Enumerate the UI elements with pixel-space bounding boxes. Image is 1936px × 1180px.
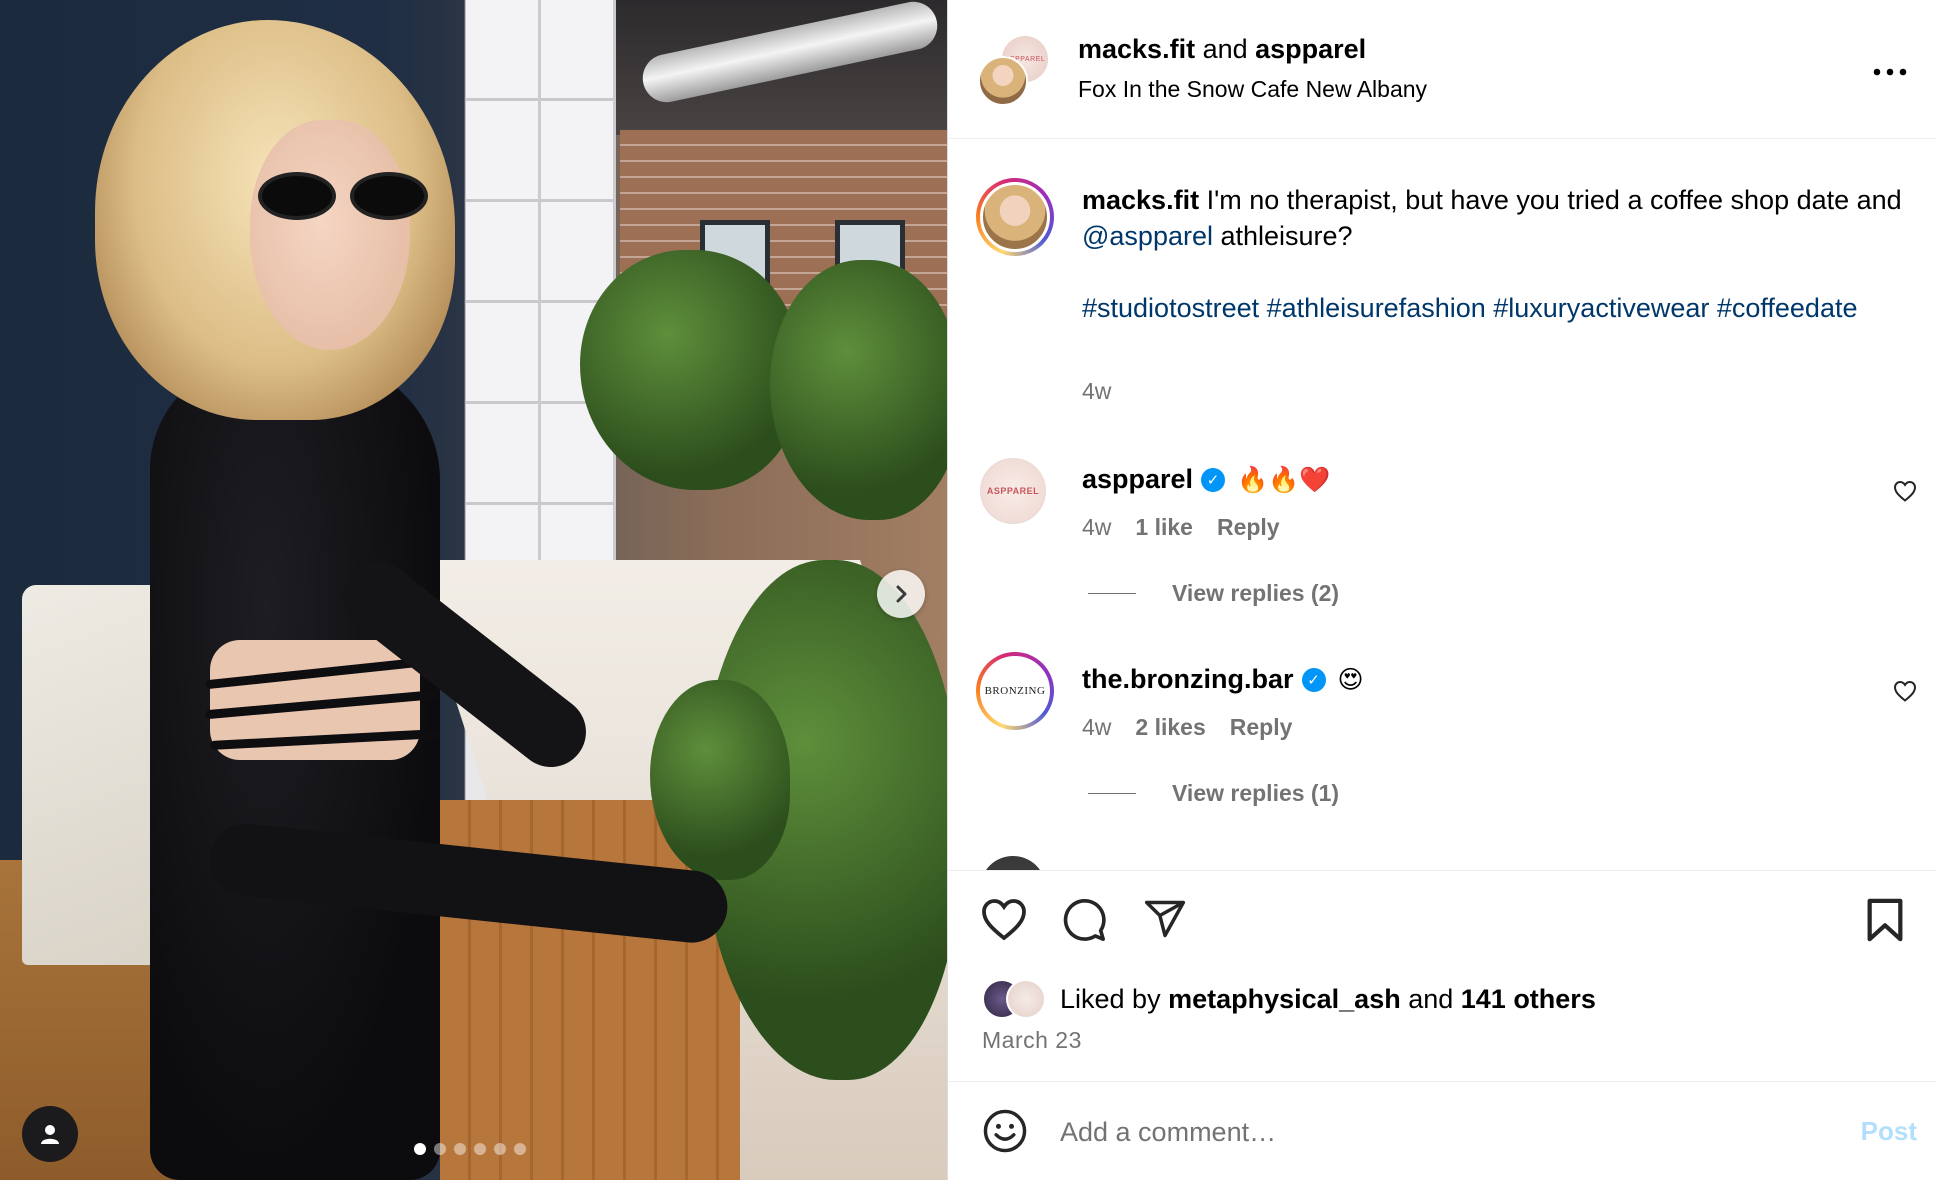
verified-icon: ✓ <box>1301 667 1326 692</box>
likes-others-link[interactable]: 141 others <box>1461 984 1596 1014</box>
comment-button[interactable] <box>1060 897 1108 948</box>
author-link[interactable]: macks.fit <box>1078 34 1195 64</box>
like-button[interactable] <box>980 897 1028 946</box>
comment-username[interactable]: the.bronzing.bar <box>1082 664 1294 695</box>
caption-text-end: athleisure? <box>1212 221 1353 251</box>
carousel-next-button[interactable] <box>877 570 925 618</box>
likers-avatars <box>982 979 1048 1019</box>
caption-hashtags[interactable]: #studiotostreet #athleisurefashion #luxu… <box>1082 290 1912 326</box>
user-tag-icon <box>41 1125 59 1144</box>
comment-meta: 4w 2 likes Reply <box>1082 714 1292 741</box>
verified-icon: ✓ <box>1201 467 1226 492</box>
photo-plant <box>770 260 947 520</box>
comment-icon <box>1063 898 1106 941</box>
comment-username[interactable]: aspparel <box>1082 464 1193 495</box>
carousel-dot <box>514 1143 526 1155</box>
comment-text: 🔥🔥❤️ <box>1237 464 1331 494</box>
tagged-users-button[interactable] <box>22 1106 78 1162</box>
view-replies-label: View replies (2) <box>1172 580 1340 606</box>
caption-username[interactable]: macks.fit <box>1082 185 1199 215</box>
comment-input[interactable] <box>1060 1112 1760 1152</box>
heart-icon <box>982 899 1026 941</box>
photo-wall <box>466 0 616 560</box>
liker-username[interactable]: metaphysical_ash <box>1168 984 1401 1014</box>
view-replies-label: View replies (1) <box>1172 780 1340 806</box>
post-actions: Liked by metaphysical_ash and 141 others… <box>948 870 1936 1080</box>
heart-icon <box>1893 680 1917 702</box>
comment-likes[interactable]: 1 like <box>1135 514 1193 541</box>
more-icon <box>1873 68 1907 76</box>
post-header: ASPPAREL macks.fit and aspparel Fox In t… <box>948 0 1936 139</box>
comment-username-row: aspparel ✓ 🔥🔥❤️ <box>1082 464 1330 495</box>
caption-text: I'm no therapist, but have you tried a c… <box>1199 185 1902 215</box>
reply-button[interactable]: Reply <box>1217 514 1280 541</box>
carousel-dot <box>414 1143 426 1155</box>
comment-username-row: the.bronzing.bar ✓ 😍 <box>1082 664 1364 695</box>
carousel-dot <box>434 1143 446 1155</box>
avatar[interactable] <box>978 56 1028 106</box>
likes-text: Liked by metaphysical_ash and 141 others <box>1060 983 1596 1014</box>
share-button[interactable] <box>1142 897 1188 946</box>
replies-divider <box>1088 593 1136 594</box>
share-icon <box>1144 900 1186 938</box>
bookmark-icon <box>1867 898 1903 942</box>
emoji-icon <box>983 1109 1027 1153</box>
comment-like-button[interactable] <box>1893 480 1917 507</box>
post-side-panel: ASPPAREL macks.fit and aspparel Fox In t… <box>947 0 1936 1180</box>
author-joiner: and <box>1195 34 1256 64</box>
comment-time[interactable]: 4w <box>1082 714 1111 741</box>
comments-section[interactable]: macks.fit I'm no therapist, but have you… <box>948 140 1936 870</box>
photo-plant <box>650 680 790 880</box>
comment-text: 😍 <box>1337 665 1364 694</box>
emoji-picker-button[interactable] <box>982 1108 1028 1159</box>
carousel-dot <box>474 1143 486 1155</box>
mention-link[interactable]: @aspparel <box>1082 221 1213 251</box>
post-comment-button[interactable]: Post <box>1861 1116 1917 1147</box>
avatar[interactable] <box>980 856 1046 870</box>
post-caption: macks.fit I'm no therapist, but have you… <box>1082 182 1912 254</box>
photo-person-face <box>250 120 410 350</box>
comment-composer: Post <box>948 1081 1936 1180</box>
view-replies-button[interactable]: View replies (2) <box>1088 580 1339 607</box>
collab-avatars[interactable]: ASPPAREL <box>978 34 1050 106</box>
collab-author-link[interactable]: aspparel <box>1255 34 1366 64</box>
save-button[interactable] <box>1865 897 1905 948</box>
carousel-dot <box>454 1143 466 1155</box>
avatar[interactable]: ASPPAREL <box>980 458 1046 524</box>
comment-meta: 4w 1 like Reply <box>1082 514 1280 541</box>
comment-like-button[interactable] <box>1893 680 1917 707</box>
reply-button[interactable]: Reply <box>1230 714 1293 741</box>
caption-timestamp[interactable]: 4w <box>1082 378 1111 405</box>
photo-sunglasses <box>258 172 428 224</box>
replies-divider <box>1088 793 1136 794</box>
post-author-line: macks.fit and aspparel <box>1078 34 1366 65</box>
comment-likes[interactable]: 2 likes <box>1135 714 1205 741</box>
location-link[interactable]: Fox In the Snow Cafe New Albany <box>1078 76 1427 103</box>
chevron-right-icon <box>896 585 907 603</box>
avatar[interactable]: BRONZING <box>976 652 1054 730</box>
comment-time[interactable]: 4w <box>1082 514 1111 541</box>
photo-person-body <box>150 360 440 1180</box>
carousel-dots <box>414 1143 526 1155</box>
likes-summary[interactable]: Liked by metaphysical_ash and 141 others <box>982 979 1596 1019</box>
post-date[interactable]: March 23 <box>982 1027 1082 1054</box>
carousel-dot <box>494 1143 506 1155</box>
caption-avatar[interactable] <box>976 178 1054 256</box>
avatar <box>1006 979 1046 1019</box>
view-replies-button[interactable]: View replies (1) <box>1088 780 1339 807</box>
post-photo[interactable] <box>0 0 947 1180</box>
heart-icon <box>1893 480 1917 502</box>
more-options-button[interactable] <box>1873 50 1907 84</box>
